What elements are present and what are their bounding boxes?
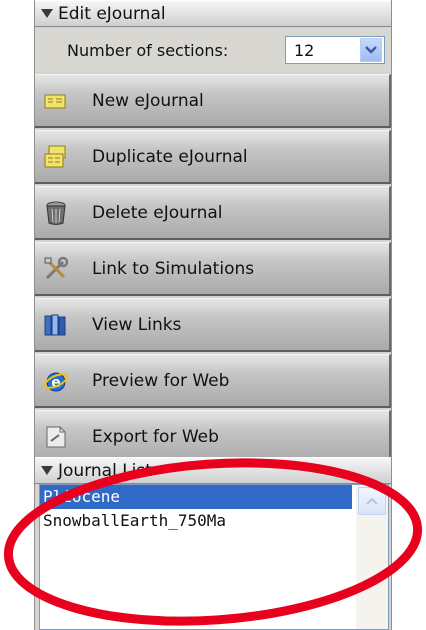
- export-for-web-label: Export for Web: [92, 426, 219, 447]
- books-icon: [43, 312, 69, 338]
- edit-ejournal-title: Edit eJournal: [58, 3, 166, 24]
- tools-icon: [43, 256, 69, 282]
- new-journal-icon: [43, 88, 69, 114]
- sections-dropdown[interactable]: 12: [285, 36, 385, 64]
- duplicate-ejournal-button[interactable]: Duplicate eJournal: [35, 130, 391, 184]
- journal-list-title: Journal List: [58, 460, 152, 481]
- delete-ejournal-label: Delete eJournal: [92, 202, 223, 223]
- chevron-down-icon[interactable]: [360, 38, 382, 62]
- journal-list[interactable]: Pliocene SnowballEarth_750Ma: [39, 484, 389, 630]
- list-item-snowballearth[interactable]: SnowballEarth_750Ma: [40, 509, 352, 533]
- sections-value: 12: [294, 40, 315, 60]
- link-to-simulations-button[interactable]: Link to Simulations: [35, 242, 391, 296]
- view-links-label: View Links: [92, 314, 182, 335]
- collapse-triangle-icon: [41, 9, 53, 18]
- sections-row: Number of sections: 12: [35, 28, 391, 72]
- sections-label: Number of sections:: [67, 40, 229, 60]
- list-item-pliocene[interactable]: Pliocene: [40, 485, 352, 509]
- new-ejournal-label: New eJournal: [92, 90, 204, 111]
- export-icon: [43, 424, 69, 450]
- collapse-triangle-icon: [41, 466, 53, 475]
- link-to-simulations-label: Link to Simulations: [92, 258, 255, 279]
- trash-icon: [43, 200, 69, 226]
- journal-list-header[interactable]: Journal List: [35, 457, 391, 484]
- view-links-button[interactable]: View Links: [35, 298, 391, 352]
- scroll-up-icon[interactable]: [358, 487, 386, 515]
- edit-ejournal-header[interactable]: Edit eJournal: [35, 0, 391, 27]
- export-for-web-button[interactable]: Export for Web: [35, 410, 391, 464]
- preview-for-web-label: Preview for Web: [92, 370, 230, 391]
- new-ejournal-button[interactable]: New eJournal: [35, 74, 391, 128]
- duplicate-journal-icon: [43, 144, 69, 170]
- preview-for-web-button[interactable]: e Preview for Web: [35, 354, 391, 408]
- ejournal-panel: Edit eJournal Number of sections: 12 New…: [34, 0, 392, 630]
- delete-ejournal-button[interactable]: Delete eJournal: [35, 186, 391, 240]
- list-scrollbar[interactable]: [356, 485, 388, 629]
- browser-icon: e: [43, 368, 69, 394]
- duplicate-ejournal-label: Duplicate eJournal: [92, 146, 248, 167]
